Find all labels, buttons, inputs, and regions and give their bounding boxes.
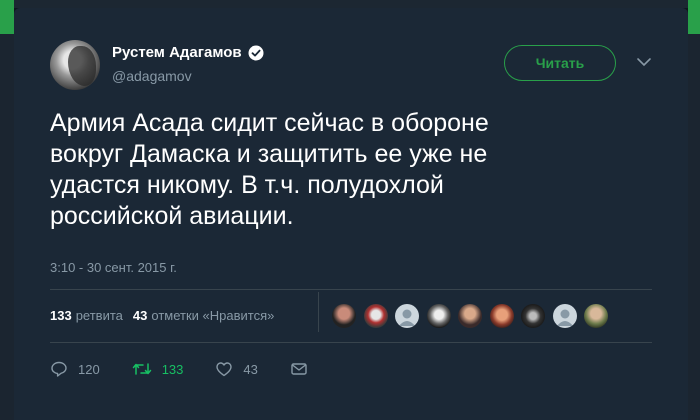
divider [50, 289, 652, 290]
tweet-text-line: российской авиации. [50, 202, 294, 230]
retweets-count[interactable]: 133 [50, 308, 72, 323]
like-icon [216, 362, 233, 377]
tweet-text-line: удастся никому. В т.ч. полудохлой [50, 171, 444, 199]
liker-avatars [332, 304, 616, 328]
background-left-edge [0, 0, 14, 420]
liker-avatar[interactable] [395, 304, 419, 328]
divider [50, 342, 652, 343]
reply-count: 120 [78, 361, 100, 377]
retweet-count: 133 [161, 361, 184, 377]
likes-label[interactable]: отметки «Нравится» [151, 308, 274, 323]
liker-avatar[interactable] [426, 304, 451, 328]
liker-avatar[interactable] [489, 304, 514, 328]
liker-avatar[interactable] [584, 304, 608, 328]
tweet-actions: 120 133 43 [50, 360, 350, 378]
reply-icon [51, 361, 67, 377]
background-page-strip [0, 0, 700, 8]
liker-avatar[interactable] [552, 304, 577, 328]
tweet-text: Армия Асада сидит сейчас в обороне вокру… [50, 108, 650, 232]
tweet-text-line: вокруг Дамаска и защитить ее уже не [50, 140, 488, 168]
tweet-timestamp[interactable]: 3:10 - 30 сент. 2015 г. [50, 260, 177, 275]
direct-message-button[interactable] [290, 361, 318, 377]
tweet-stats: 133 ретвита 43 отметки «Нравится» [50, 308, 274, 323]
retweets-label[interactable]: ретвита [76, 308, 123, 323]
liker-avatar[interactable] [521, 304, 545, 328]
like-button[interactable]: 43 [215, 360, 258, 378]
author-handle[interactable]: @adagamov [112, 68, 192, 84]
retweet-button[interactable]: 133 [132, 360, 184, 378]
liker-avatar[interactable] [458, 304, 482, 328]
liker-avatar[interactable] [332, 304, 356, 328]
message-icon [291, 363, 307, 375]
likes-count[interactable]: 43 [133, 308, 147, 323]
verified-badge-icon [248, 45, 264, 61]
tweet-modal: Рустем Адагамов @adagamov Читать Армия А… [14, 8, 688, 420]
reply-button[interactable]: 120 [50, 360, 100, 378]
retweet-icon [132, 363, 151, 375]
chevron-down-icon[interactable] [636, 55, 652, 67]
author-name[interactable]: Рустем Адагамов [112, 44, 242, 61]
tweet-text-line: Армия Асада сидит сейчас в обороне [50, 109, 489, 137]
author-name-row: Рустем Адагамов [112, 44, 264, 61]
liker-avatar[interactable] [363, 304, 388, 328]
author-avatar[interactable] [50, 40, 100, 90]
background-right-edge [688, 0, 700, 420]
stats-divider [318, 292, 319, 332]
like-count: 43 [243, 361, 258, 377]
follow-button[interactable]: Читать [504, 45, 616, 81]
